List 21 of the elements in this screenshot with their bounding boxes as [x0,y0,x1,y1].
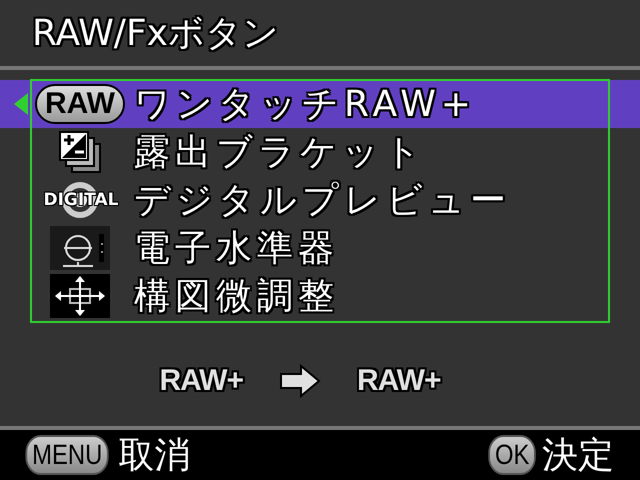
key-action-label: 取消 [118,434,190,478]
key-button[interactable]: OK [488,435,536,475]
exposure-bracket-icon [58,130,102,174]
menu-item[interactable]: 電子水準器 [0,224,640,272]
raw-badge: RAW [35,84,125,124]
menu-item-label: 露出ブラケット [134,130,426,174]
menu-item-label: ワンタッチRAW+ [134,82,476,126]
menu-item[interactable]: 構図微調整 [0,272,640,320]
to-setting: RAW+ [357,364,441,398]
menu-item[interactable]: RAW ワンタッチRAW+ [0,80,640,128]
screen-title: RAW/Fxボタン [32,12,279,56]
key-action-label: 決定 [542,434,614,478]
arrow-icon [279,364,321,398]
level-icon [50,226,110,270]
menu-item-label: 電子水準器 [134,226,339,270]
composition-adjust-icon [50,274,110,318]
menu-item-label: 構図微調整 [134,274,339,318]
key-button[interactable]: MENU [25,435,110,475]
menu-item-label: デジタルプレビュー [134,178,511,222]
from-setting: RAW+ [159,364,243,398]
menu-item[interactable]: 露出ブラケット [0,128,640,176]
